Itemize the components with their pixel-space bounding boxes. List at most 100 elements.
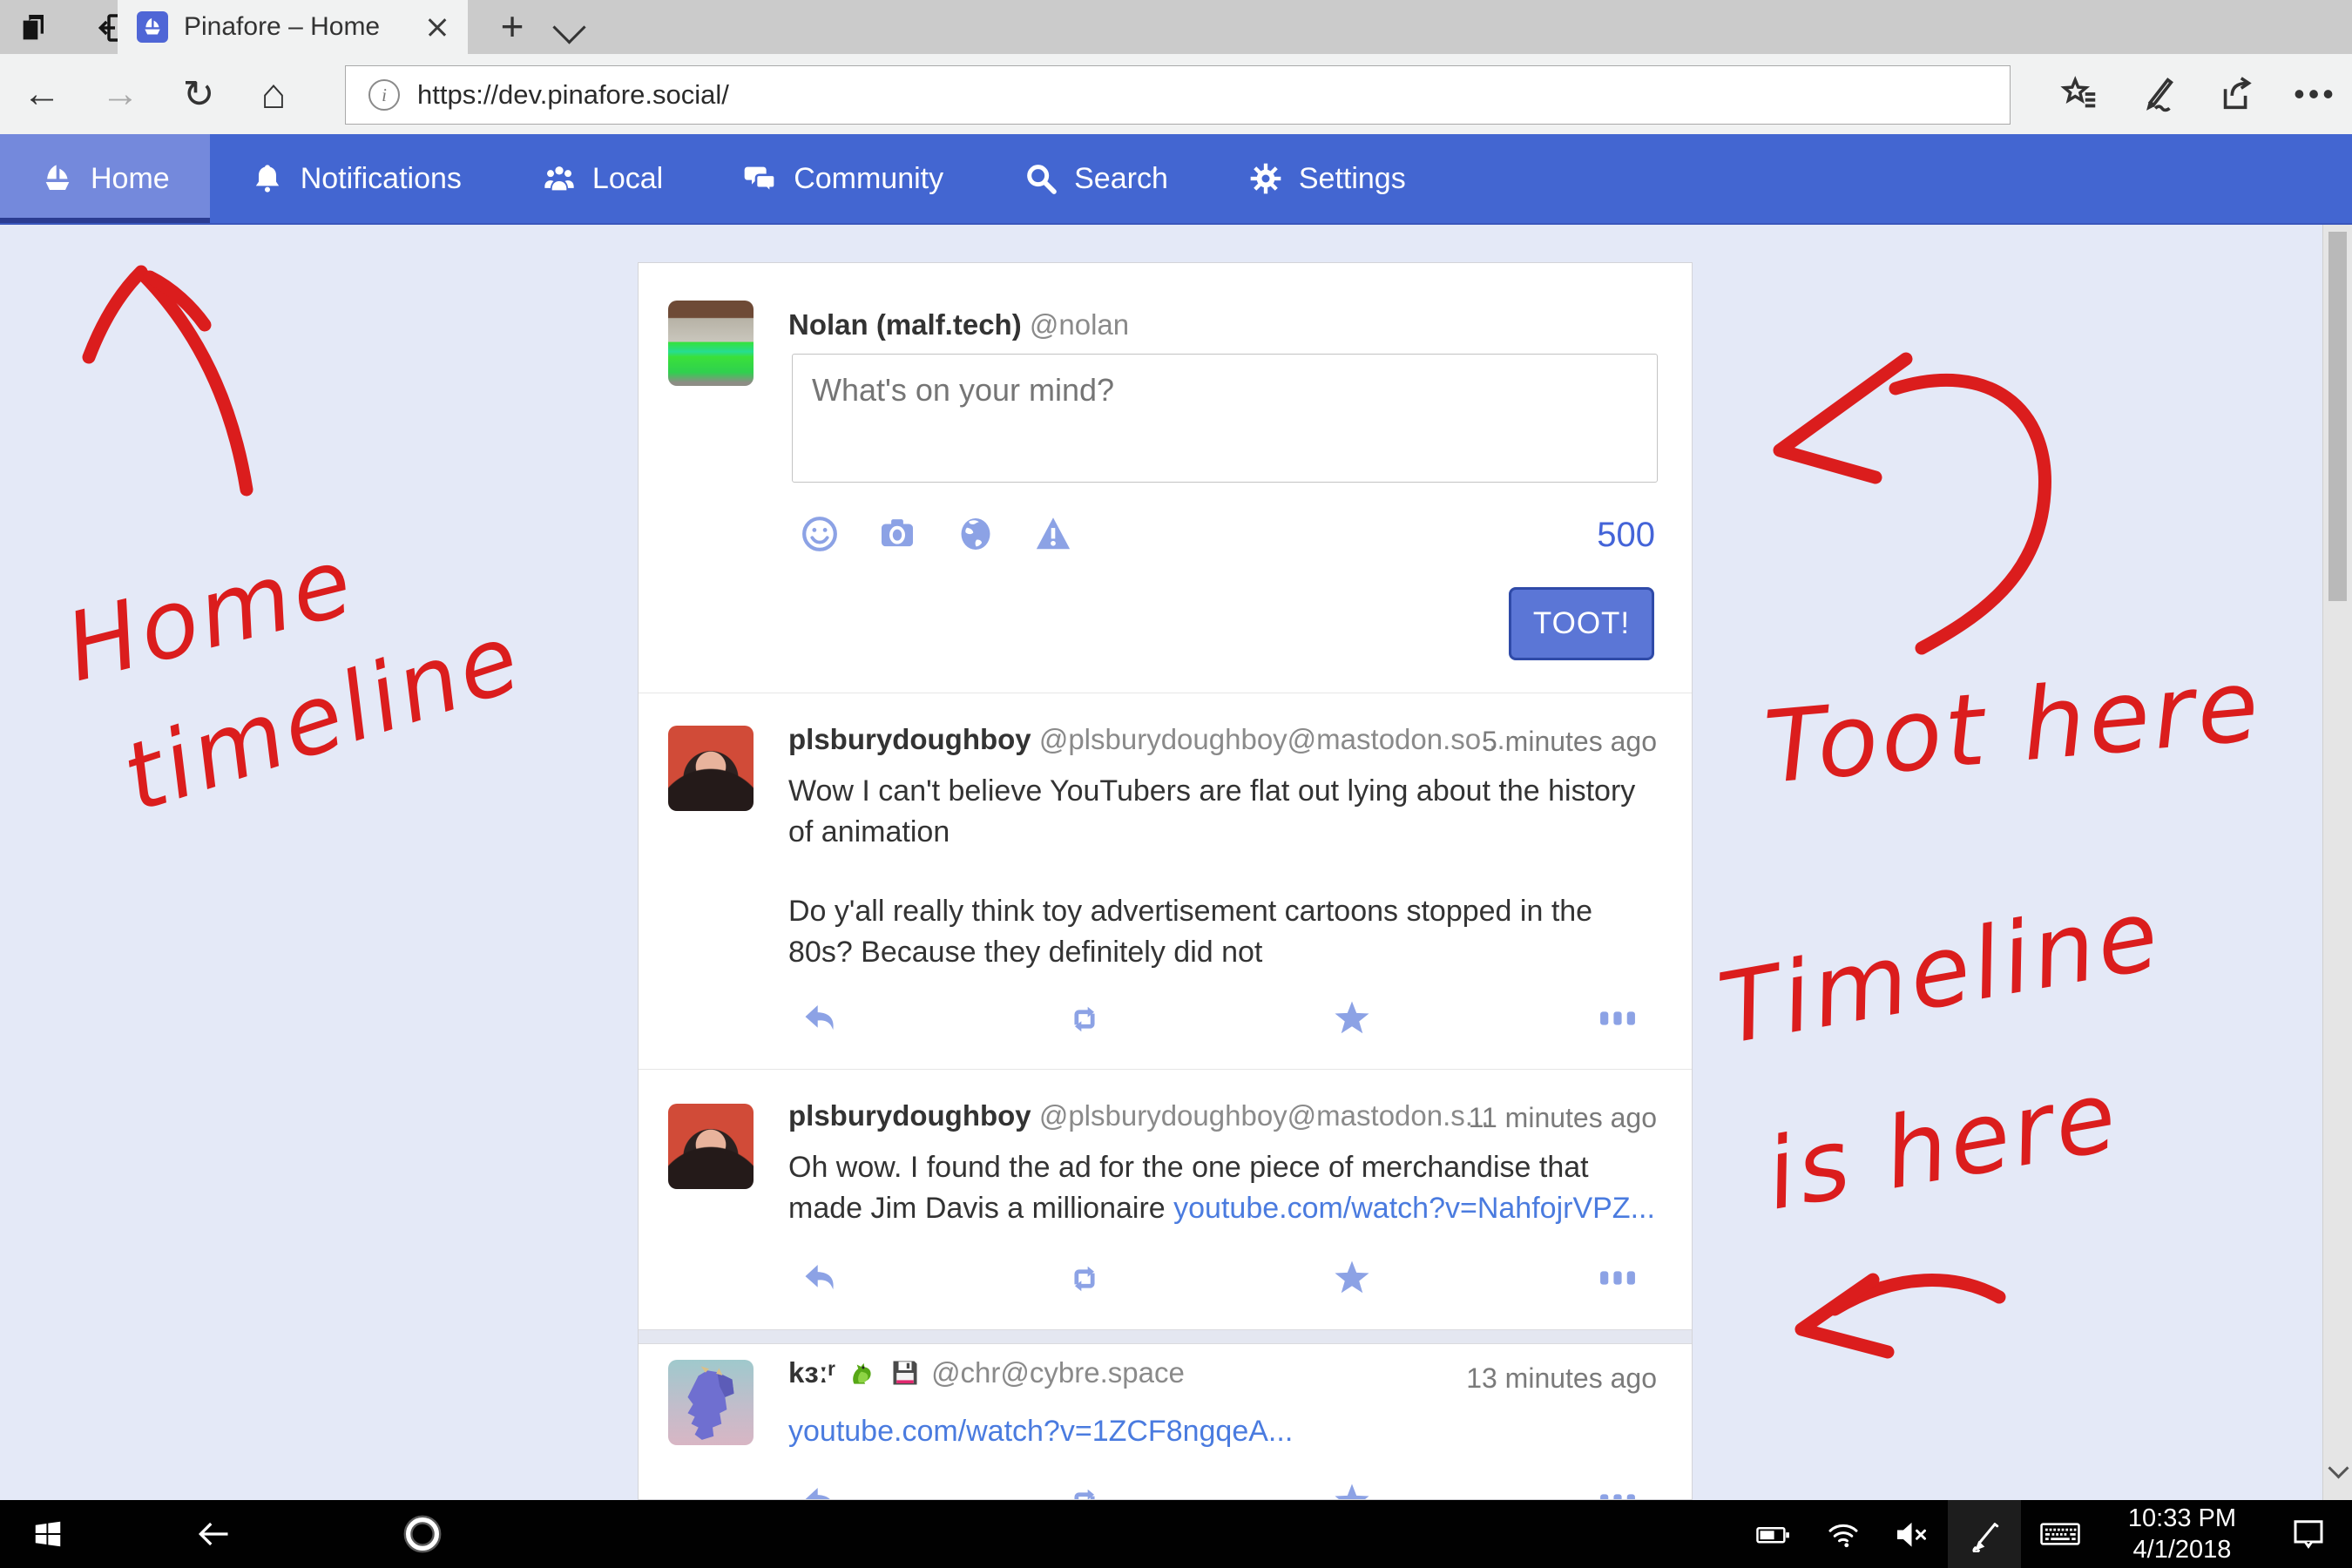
emoji-picker-icon[interactable] — [800, 514, 840, 554]
post-body: Wow I can't believe YouTubers are flat o… — [788, 771, 1659, 853]
more-options-icon[interactable] — [1598, 1265, 1638, 1305]
post-avatar[interactable] — [668, 1360, 754, 1445]
forward-button[interactable]: → — [85, 54, 155, 134]
post-account-name[interactable]: plsburydoughboy @plsburydoughboy@mastodo… — [788, 1099, 1489, 1132]
timeline-card: Nolan (malf.tech) @nolan 500 TOOT! pl — [638, 262, 1693, 1500]
nav-label: Community — [794, 162, 943, 196]
handle: @nolan — [1030, 308, 1129, 341]
refresh-button[interactable]: ↻ — [164, 54, 233, 134]
more-options-icon[interactable] — [1598, 1005, 1638, 1045]
back-button[interactable]: ← — [7, 54, 77, 134]
boost-icon[interactable] — [1065, 1483, 1105, 1500]
toot-button[interactable]: TOOT! — [1509, 587, 1654, 660]
show-tabs-icon[interactable] — [7, 9, 63, 47]
browser-tab[interactable]: Pinafore – Home — [118, 0, 468, 54]
reply-icon[interactable] — [800, 1481, 840, 1500]
display-name: plsburydoughboy — [788, 1099, 1031, 1132]
start-button[interactable] — [0, 1500, 96, 1568]
settings-more-icon[interactable]: ••• — [2281, 54, 2350, 134]
tab-title: Pinafore – Home — [184, 12, 410, 42]
post-timestamp[interactable]: 5 minutes ago — [1482, 726, 1657, 758]
screen: Pinafore – Home + ← → ↻ ⌂ i https://dev.… — [0, 0, 2352, 1568]
boost-icon[interactable] — [1065, 1000, 1105, 1040]
nav-item-settings[interactable]: Settings — [1208, 134, 1446, 223]
pinafore-nav: Home Notifications Local Community Searc… — [0, 134, 2352, 225]
handle: @plsburydoughboy@mastodon.so... — [1039, 723, 1505, 755]
post-account-name[interactable]: plsburydoughboy @plsburydoughboy@mastodo… — [788, 723, 1505, 756]
clock-time: 10:33 PM — [2128, 1503, 2236, 1534]
vertical-scrollbar[interactable] — [2322, 225, 2352, 1500]
display-name: Nolan (malf.tech) — [788, 308, 1022, 341]
wifi-icon[interactable] — [1808, 1500, 1878, 1568]
nav-item-search[interactable]: Search — [983, 134, 1208, 223]
nav-label: Search — [1074, 162, 1168, 196]
tab-close-icon[interactable] — [426, 16, 449, 38]
pinafore-favicon-icon — [137, 11, 168, 43]
display-name: plsburydoughboy — [788, 723, 1031, 755]
reply-icon[interactable] — [800, 998, 840, 1038]
scrollbar-thumb[interactable] — [2328, 232, 2347, 601]
favorite-star-icon[interactable] — [1332, 1258, 1372, 1298]
post-avatar[interactable] — [668, 726, 754, 811]
post-link[interactable]: youtube.com/watch?v=NahfojrVPZ... — [1173, 1192, 1655, 1225]
favorite-star-icon[interactable] — [1332, 1481, 1372, 1500]
compose-avatar[interactable] — [668, 301, 754, 386]
handle: @plsburydoughboy@mastodon.s... — [1039, 1099, 1489, 1132]
post-link[interactable]: youtube.com/watch?v=1ZCF8ngqeA... — [788, 1415, 1293, 1448]
post-body: Oh wow. I found the ad for the one piece… — [788, 1147, 1659, 1229]
battery-icon[interactable] — [1739, 1500, 1808, 1568]
timeline-page: Nolan (malf.tech) @nolan 500 TOOT! pl — [0, 225, 2322, 1500]
people-icon — [542, 161, 577, 196]
windows-taskbar: 10:33 PM4/1/2018 — [0, 1500, 2352, 1568]
site-info-icon[interactable]: i — [368, 79, 400, 111]
gear-icon — [1248, 161, 1283, 196]
sailboat-icon — [40, 161, 75, 196]
post-account-name[interactable]: kɜːʳ @chr@cybre.space — [788, 1356, 1185, 1389]
add-media-icon[interactable] — [877, 514, 917, 554]
cortana-button[interactable] — [357, 1500, 488, 1568]
nav-label: Notifications — [301, 162, 462, 196]
post-timestamp[interactable]: 11 minutes ago — [1469, 1102, 1657, 1134]
boost-icon[interactable] — [1065, 1260, 1105, 1300]
browser-tab-bar: Pinafore – Home + — [0, 0, 2352, 54]
display-name: kɜːʳ — [788, 1356, 835, 1389]
post-avatar[interactable] — [668, 1104, 754, 1189]
compose-input[interactable] — [792, 354, 1658, 483]
nav-label: Home — [91, 162, 170, 196]
new-tab-button[interactable]: + — [488, 5, 537, 49]
nav-item-home[interactable]: Home — [0, 134, 210, 223]
more-options-icon[interactable] — [1598, 1488, 1638, 1500]
action-center-icon[interactable] — [2265, 1500, 2352, 1568]
dragon-emoji-icon — [846, 1356, 879, 1389]
favorite-star-icon[interactable] — [1332, 998, 1372, 1038]
url-text: https://dev.pinafore.social/ — [417, 79, 729, 111]
volume-muted-icon[interactable] — [1878, 1500, 1948, 1568]
favorites-hub-icon[interactable] — [2045, 54, 2115, 134]
clock-date: 4/1/2018 — [2128, 1534, 2236, 1565]
tab-list-chevron-icon[interactable] — [558, 16, 581, 39]
scrollbar-down-arrow-icon[interactable] — [2328, 1457, 2349, 1478]
address-bar[interactable]: i https://dev.pinafore.social/ — [345, 65, 2011, 125]
chat-bubbles-icon — [743, 161, 778, 196]
post-body: Do y'all really think toy advertisement … — [788, 891, 1659, 973]
bell-icon — [250, 161, 285, 196]
handle: @chr@cybre.space — [931, 1356, 1185, 1389]
touch-keyboard-icon[interactable] — [2021, 1500, 2099, 1568]
floppy-disk-emoji-icon — [889, 1357, 921, 1389]
post-timestamp[interactable]: 13 minutes ago — [1466, 1362, 1657, 1395]
home-button[interactable]: ⌂ — [239, 54, 308, 134]
content-warning-icon[interactable] — [1033, 514, 1073, 554]
privacy-globe-icon[interactable] — [956, 514, 996, 554]
windows-ink-pen-icon[interactable] — [1948, 1500, 2021, 1568]
web-note-pen-icon[interactable] — [2124, 54, 2193, 134]
nav-item-community[interactable]: Community — [703, 134, 983, 223]
nav-item-local[interactable]: Local — [502, 134, 703, 223]
taskbar-back-button[interactable] — [148, 1500, 279, 1568]
reply-icon[interactable] — [800, 1258, 840, 1298]
taskbar-clock[interactable]: 10:33 PM4/1/2018 — [2099, 1500, 2265, 1568]
share-icon[interactable] — [2202, 54, 2272, 134]
nav-item-notifications[interactable]: Notifications — [210, 134, 502, 223]
compose-account-name: Nolan (malf.tech) @nolan — [788, 308, 1129, 341]
search-icon — [1024, 161, 1058, 196]
nav-label: Local — [592, 162, 663, 196]
